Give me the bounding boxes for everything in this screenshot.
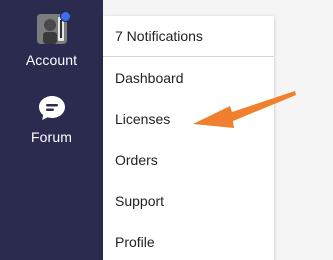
menu-item-support[interactable]: Support	[103, 180, 274, 221]
menu-item-profile[interactable]: Profile	[103, 221, 274, 260]
forum-label: Forum	[31, 129, 72, 145]
menu-item-orders[interactable]: Orders	[103, 139, 274, 180]
avatar[interactable]	[36, 11, 71, 44]
account-nav-item[interactable]: Account	[0, 11, 103, 68]
notification-dot	[59, 11, 71, 22]
sidebar: Account Forum	[0, 0, 103, 260]
forum-nav-item[interactable]: Forum	[0, 95, 103, 145]
notifications-link[interactable]: 7 Notifications	[103, 16, 274, 57]
account-label: Account	[25, 52, 78, 68]
chat-bubble-icon	[38, 96, 65, 120]
account-dropdown-menu: 7 Notifications Dashboard Licenses Order…	[103, 16, 274, 260]
menu-item-dashboard[interactable]: Dashboard	[103, 57, 274, 98]
menu-item-licenses[interactable]: Licenses	[103, 98, 274, 139]
page: Account Forum 7 Notifications Dashboard …	[0, 0, 333, 260]
